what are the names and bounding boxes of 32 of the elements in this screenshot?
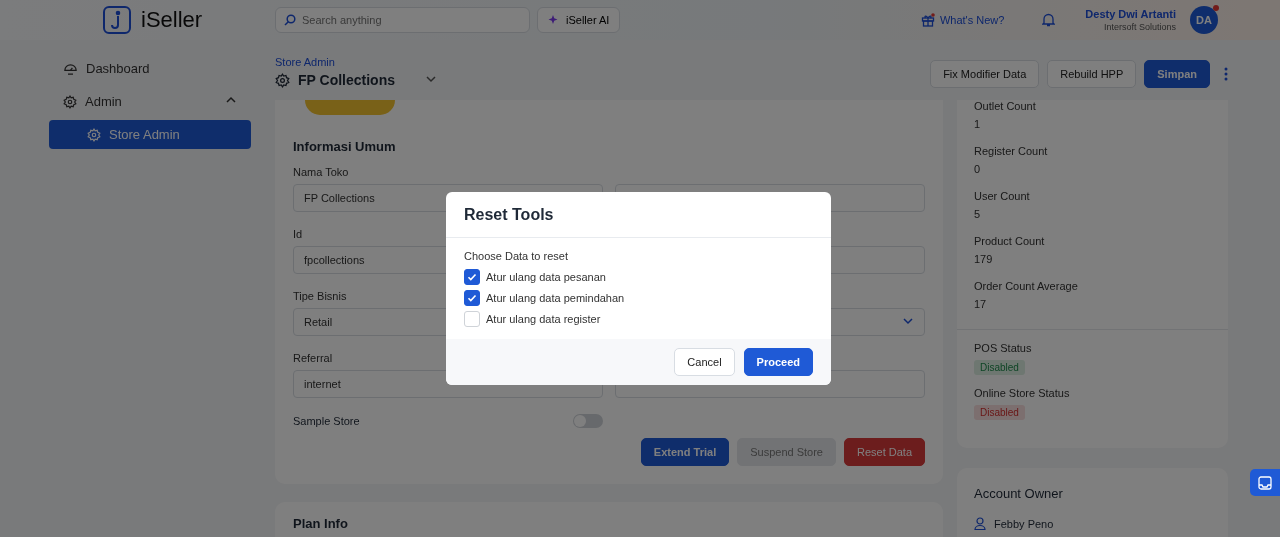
field-label: Tipe Bisnis <box>293 290 347 302</box>
status-label: Online Store Status <box>974 387 1071 399</box>
section-title: Plan Info <box>293 516 349 531</box>
stat-label: Order Count Average <box>974 280 1079 292</box>
dialog-subtitle: Choose Data to reset <box>464 250 569 262</box>
page-title: FP Collections <box>298 72 395 88</box>
checkbox-label: Atur ulang data register <box>486 312 601 325</box>
owner-name: Febby Peno <box>994 517 1054 530</box>
stat-value: 1 <box>974 118 982 130</box>
section-title: Informasi Umum <box>293 139 397 154</box>
status-tag: Disabled <box>974 360 1025 375</box>
dialog-title: Reset Tools <box>446 192 831 238</box>
stat-value: 0 <box>974 163 982 175</box>
checkbox-label: Atur ulang data pemindahan <box>486 291 625 304</box>
field-label: Id <box>293 228 303 240</box>
stat-value: 17 <box>974 298 988 310</box>
stat-label: Register Count <box>974 145 1049 157</box>
toggle-label: Sample Store <box>293 415 360 427</box>
user-name: Desty Dwi Artanti <box>1085 6 1176 22</box>
stat-value: 5 <box>974 208 982 220</box>
checkbox-label: Atur ulang data pesanan <box>486 270 606 283</box>
logo-text: iSeller <box>141 7 203 33</box>
field-label: Nama Toko <box>293 166 349 178</box>
section-title: Account Owner <box>974 486 1064 501</box>
status-tag: Disabled <box>974 405 1025 420</box>
status-label: POS Status <box>974 342 1033 354</box>
stat-label: Outlet Count <box>974 100 1037 112</box>
company-name: Intersoft Solutions <box>1102 21 1176 34</box>
stat-label: Product Count <box>974 235 1046 247</box>
stat-value: 179 <box>974 253 994 265</box>
stat-label: User Count <box>974 190 1031 202</box>
field-label: Referral <box>293 352 333 364</box>
